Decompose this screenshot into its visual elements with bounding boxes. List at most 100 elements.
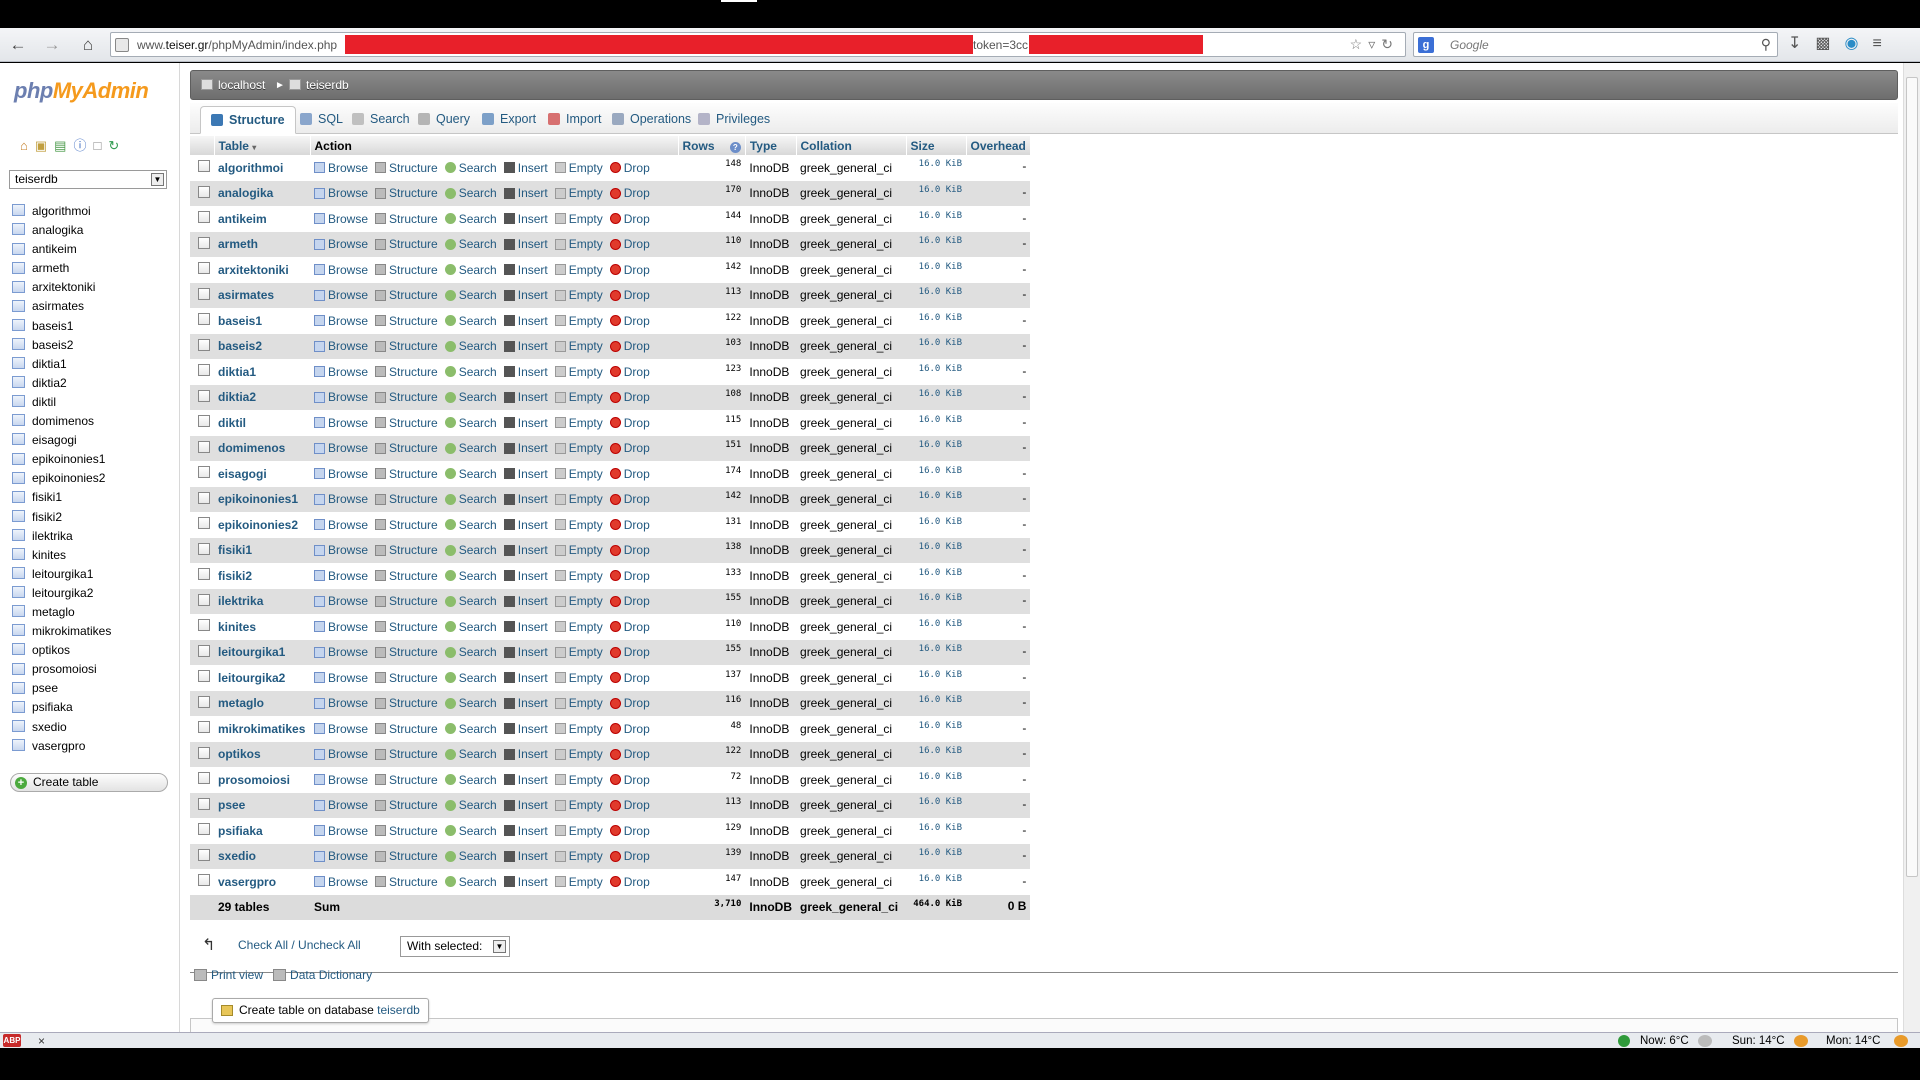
- row-checkbox[interactable]: [198, 415, 210, 428]
- drop-action-link[interactable]: Drop: [609, 441, 650, 455]
- structure-action-link[interactable]: Structure: [375, 339, 438, 353]
- table-name-link[interactable]: arxitektoniki: [214, 257, 310, 283]
- drop-action-link[interactable]: Drop: [609, 492, 650, 506]
- tab-import[interactable]: Import: [538, 106, 611, 134]
- structure-action-link[interactable]: Structure: [375, 620, 438, 634]
- sidebar-table-item[interactable]: optikos: [12, 641, 111, 660]
- structure-action-link[interactable]: Structure: [375, 365, 438, 379]
- structure-action-link[interactable]: Structure: [375, 543, 438, 557]
- drop-action-link[interactable]: Drop: [609, 390, 650, 404]
- browse-action-link[interactable]: Browse: [314, 314, 368, 328]
- size-link[interactable]: 16.0 KiB: [906, 716, 967, 742]
- header-size[interactable]: Size: [906, 136, 967, 155]
- empty-action-link[interactable]: Empty: [554, 671, 603, 685]
- sidebar-table-item[interactable]: diktia2: [12, 374, 111, 393]
- browse-action-link[interactable]: Browse: [314, 722, 368, 736]
- sidebar-table-item[interactable]: fisiki2: [12, 508, 111, 527]
- size-link[interactable]: 16.0 KiB: [906, 282, 967, 309]
- sidebar-table-item[interactable]: arxitektoniki: [12, 278, 111, 297]
- drop-action-link[interactable]: Drop: [609, 773, 650, 787]
- row-checkbox[interactable]: [198, 236, 210, 249]
- table-name-link[interactable]: sxedio: [214, 843, 310, 870]
- row-checkbox[interactable]: [198, 160, 210, 172]
- search-action-link[interactable]: Search: [444, 849, 497, 863]
- size-link[interactable]: 16.0 KiB: [906, 486, 967, 513]
- search-action-link[interactable]: Search: [444, 288, 497, 302]
- browse-action-link[interactable]: Browse: [314, 569, 368, 583]
- browse-action-link[interactable]: Browse: [314, 798, 368, 812]
- check-all-link[interactable]: Check All / Uncheck All: [238, 938, 361, 952]
- empty-action-link[interactable]: Empty: [554, 543, 603, 557]
- drop-action-link[interactable]: Drop: [609, 339, 650, 353]
- search-action-link[interactable]: Search: [444, 390, 497, 404]
- table-name-link[interactable]: psifiaka: [214, 818, 310, 844]
- insert-action-link[interactable]: Insert: [503, 671, 548, 685]
- search-action-link[interactable]: Search: [444, 620, 497, 634]
- sidebar-table-item[interactable]: baseis1: [12, 317, 111, 336]
- search-action-link[interactable]: Search: [444, 594, 497, 608]
- sidebar-table-item[interactable]: eisagogi: [12, 431, 111, 450]
- table-name-link[interactable]: leitourgika2: [214, 665, 310, 691]
- search-action-link[interactable]: Search: [444, 339, 497, 353]
- search-action-link[interactable]: Search: [444, 212, 497, 226]
- size-link[interactable]: 16.0 KiB: [906, 690, 967, 717]
- drop-action-link[interactable]: Drop: [609, 824, 650, 838]
- row-checkbox[interactable]: [198, 746, 210, 759]
- browse-action-link[interactable]: Browse: [314, 645, 368, 659]
- search-action-link[interactable]: Search: [444, 441, 497, 455]
- row-checkbox[interactable]: [198, 797, 210, 810]
- drop-action-link[interactable]: Drop: [609, 620, 650, 634]
- sidebar-table-item[interactable]: fisiki1: [12, 488, 111, 507]
- structure-action-link[interactable]: Structure: [375, 824, 438, 838]
- empty-action-link[interactable]: Empty: [554, 263, 603, 277]
- breadcrumb-server[interactable]: localhost: [201, 78, 265, 92]
- row-checkbox[interactable]: [198, 568, 210, 581]
- structure-action-link[interactable]: Structure: [375, 569, 438, 583]
- insert-action-link[interactable]: Insert: [503, 518, 548, 532]
- structure-action-link[interactable]: Structure: [375, 390, 438, 404]
- browse-action-link[interactable]: Browse: [314, 875, 368, 889]
- sidebar-table-item[interactable]: baseis2: [12, 336, 111, 355]
- data-dictionary-link[interactable]: Data Dictionary: [273, 968, 372, 982]
- drop-action-link[interactable]: Drop: [609, 543, 650, 557]
- structure-action-link[interactable]: Structure: [375, 594, 438, 608]
- search-action-link[interactable]: Search: [444, 569, 497, 583]
- sidebar-table-item[interactable]: armeth: [12, 259, 111, 278]
- structure-action-link[interactable]: Structure: [375, 288, 438, 302]
- table-name-link[interactable]: metaglo: [214, 690, 310, 717]
- size-link[interactable]: 16.0 KiB: [906, 818, 967, 844]
- search-bar[interactable]: g Google ⚲: [1413, 32, 1778, 57]
- empty-action-link[interactable]: Empty: [554, 390, 603, 404]
- insert-action-link[interactable]: Insert: [503, 849, 548, 863]
- home-icon[interactable]: ⌂: [76, 33, 100, 57]
- search-action-link[interactable]: Search: [444, 875, 497, 889]
- search-action-link[interactable]: Search: [444, 824, 497, 838]
- search-action-link[interactable]: Search: [444, 773, 497, 787]
- empty-action-link[interactable]: Empty: [554, 849, 603, 863]
- sidebar-table-item[interactable]: analogika: [12, 221, 111, 240]
- empty-action-link[interactable]: Empty: [554, 492, 603, 506]
- row-checkbox[interactable]: [198, 185, 210, 198]
- browse-action-link[interactable]: Browse: [314, 467, 368, 481]
- table-name-link[interactable]: vasergpro: [214, 869, 310, 895]
- empty-action-link[interactable]: Empty: [554, 467, 603, 481]
- browse-action-link[interactable]: Browse: [314, 594, 368, 608]
- row-checkbox[interactable]: [198, 211, 210, 224]
- size-link[interactable]: 16.0 KiB: [906, 155, 967, 181]
- size-link[interactable]: 16.0 KiB: [906, 614, 967, 640]
- search-action-link[interactable]: Search: [444, 237, 497, 251]
- search-action-link[interactable]: Search: [444, 467, 497, 481]
- table-name-link[interactable]: diktia1: [214, 359, 310, 385]
- breadcrumb-database[interactable]: teiserdb: [289, 78, 349, 92]
- table-name-link[interactable]: fisiki2: [214, 563, 310, 589]
- structure-action-link[interactable]: Structure: [375, 314, 438, 328]
- search-action-link[interactable]: Search: [444, 186, 497, 200]
- drop-action-link[interactable]: Drop: [609, 671, 650, 685]
- size-link[interactable]: 16.0 KiB: [906, 741, 967, 768]
- tab-privileges[interactable]: Privileges: [688, 106, 780, 134]
- row-checkbox[interactable]: [198, 542, 210, 555]
- empty-action-link[interactable]: Empty: [554, 594, 603, 608]
- insert-action-link[interactable]: Insert: [503, 798, 548, 812]
- row-checkbox[interactable]: [198, 313, 210, 326]
- table-name-link[interactable]: domimenos: [214, 435, 310, 462]
